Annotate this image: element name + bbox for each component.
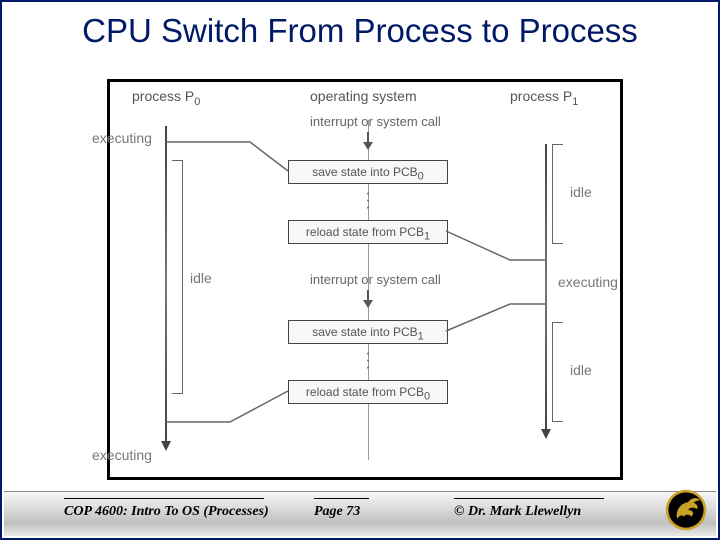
p0-idle-label: idle bbox=[190, 270, 212, 286]
p1-idle-bottom: idle bbox=[570, 362, 592, 378]
p0-exec-bottom: executing bbox=[92, 447, 152, 463]
os-box-save-pcb0-text: save state into PCB bbox=[312, 165, 417, 179]
ucf-pegasus-logo-icon bbox=[664, 488, 708, 532]
p1-arrowhead bbox=[541, 429, 551, 439]
os-box-reload-pcb1: reload state from PCB1 bbox=[288, 220, 448, 244]
footer-bar: COP 4600: Intro To OS (Processes) Page 7… bbox=[4, 491, 716, 536]
p1-idle-top: idle bbox=[570, 184, 592, 200]
col-header-p0-text: process P bbox=[132, 88, 194, 104]
col-header-p0-sub: 0 bbox=[194, 96, 200, 108]
dots-2: ··· bbox=[363, 350, 373, 371]
mini-arrow-1 bbox=[367, 132, 369, 142]
os-box-save-pcb1-text: save state into PCB bbox=[312, 325, 417, 339]
footer-rule-right bbox=[454, 498, 604, 499]
p0-idle-bracket bbox=[172, 160, 183, 394]
os-box-save-pcb0: save state into PCB0 bbox=[288, 160, 448, 184]
interrupt-label-2: interrupt or system call bbox=[310, 272, 441, 287]
col-header-p1-sub: 1 bbox=[572, 96, 578, 108]
p0-exec-top: executing bbox=[92, 130, 152, 146]
os-box-reload-pcb0: reload state from PCB0 bbox=[288, 380, 448, 404]
col-header-p1-text: process P bbox=[510, 88, 572, 104]
context-switch-diagram: process P0 operating system process P1 i… bbox=[107, 79, 623, 480]
p1-idle-bottom-bracket bbox=[552, 322, 563, 422]
footer-author: © Dr. Mark Llewellyn bbox=[454, 504, 581, 520]
os-box-save-pcb0-sub: 0 bbox=[418, 170, 424, 182]
p1-timeline bbox=[545, 144, 547, 429]
os-box-reload-pcb0-sub: 0 bbox=[424, 390, 430, 402]
p0-timeline bbox=[165, 126, 167, 441]
slide: CPU Switch From Process to Process proce… bbox=[0, 0, 720, 540]
os-box-reload-pcb1-text: reload state from PCB bbox=[306, 225, 424, 239]
col-header-os: operating system bbox=[310, 88, 417, 104]
footer-page: Page 73 bbox=[314, 504, 360, 520]
footer-course: COP 4600: Intro To OS (Processes) bbox=[64, 504, 269, 520]
col-header-p0: process P0 bbox=[132, 88, 200, 108]
os-box-save-pcb1-sub: 1 bbox=[418, 330, 424, 342]
p1-exec-label: executing bbox=[558, 274, 618, 290]
p1-idle-top-bracket bbox=[552, 144, 563, 244]
interrupt-label-1: interrupt or system call bbox=[310, 114, 441, 129]
mini-arrow-2 bbox=[367, 290, 369, 300]
os-box-reload-pcb0-text: reload state from PCB bbox=[306, 385, 424, 399]
footer-rule-mid bbox=[314, 498, 369, 499]
p0-arrowhead bbox=[161, 441, 171, 451]
footer-rule-left bbox=[64, 498, 264, 499]
os-box-reload-pcb1-sub: 1 bbox=[424, 230, 430, 242]
slide-title: CPU Switch From Process to Process bbox=[2, 12, 718, 50]
os-box-save-pcb1: save state into PCB1 bbox=[288, 320, 448, 344]
dots-1: ··· bbox=[363, 190, 373, 211]
col-header-p1: process P1 bbox=[510, 88, 578, 108]
